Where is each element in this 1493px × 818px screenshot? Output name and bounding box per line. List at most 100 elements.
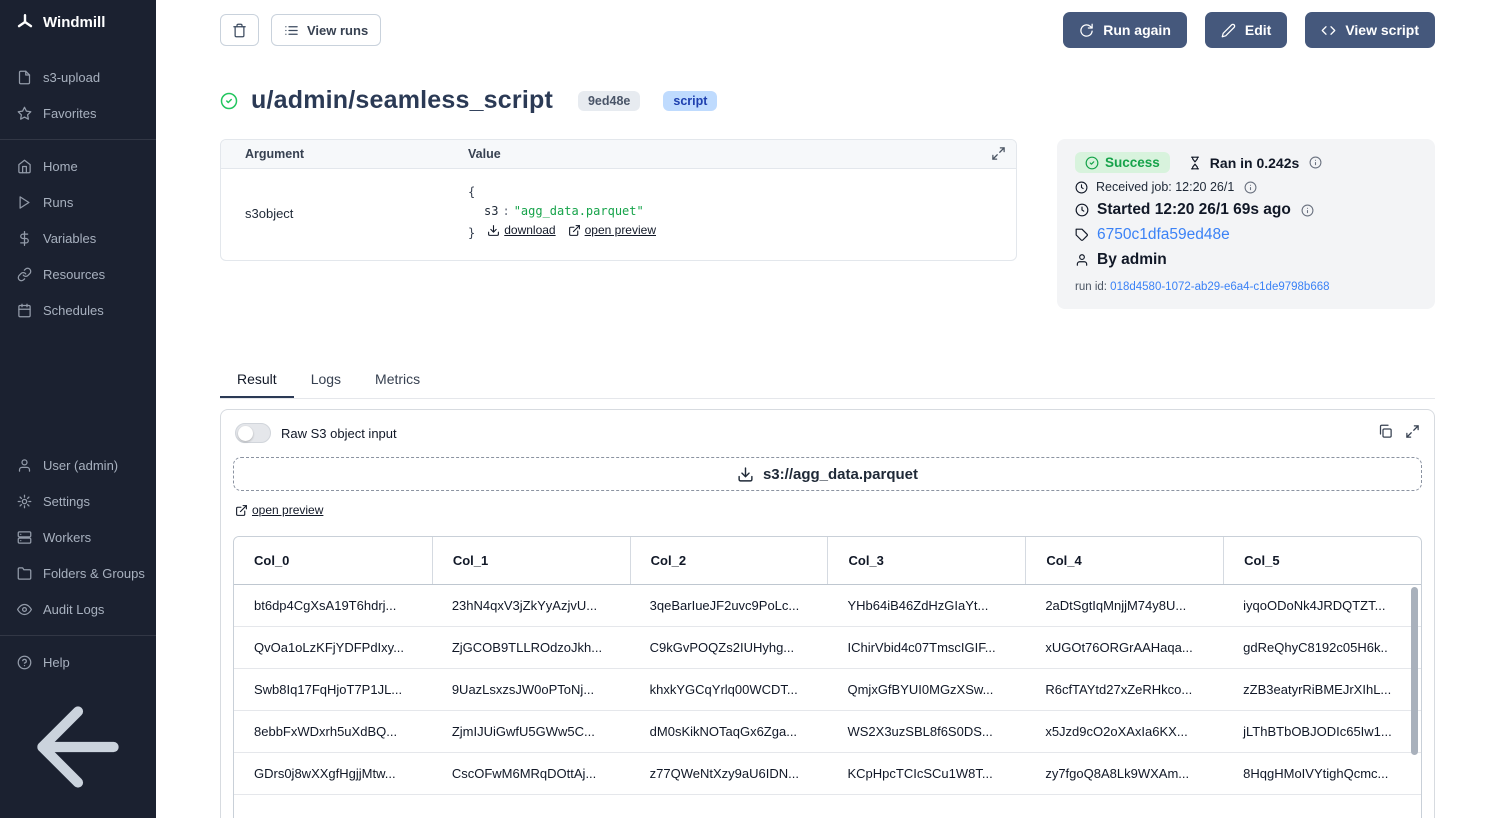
open-preview-link[interactable]: open preview (235, 503, 323, 517)
table-cell: xUGOt76ORGrAAHaqa... (1025, 640, 1223, 655)
info-icon[interactable] (1244, 181, 1257, 194)
table-cell: Swb8Iq17FqHjoT7P1JL... (234, 682, 432, 697)
run-id-row: run id: 018d4580-1072-ab29-e6a4-c1de9798… (1075, 281, 1417, 293)
sidebar-item-variables[interactable]: Variables (0, 220, 156, 256)
table-cell: ZjGCOB9TLLROdzoJkh... (432, 640, 630, 655)
sidebar-item-folders-groups[interactable]: Folders & Groups (0, 555, 156, 591)
s3-file-path: s3://agg_data.parquet (763, 466, 918, 483)
sidebar-item-label: Audit Logs (43, 602, 104, 617)
sidebar-item-settings[interactable]: Settings (0, 483, 156, 519)
table-cell: 2aDtSgtIqMnjjM74y8U... (1025, 598, 1223, 613)
windmill-logo-icon (16, 13, 34, 31)
table-cell: CscOFwM6MRqDOttAj... (432, 766, 630, 781)
download-link[interactable]: download (487, 221, 555, 240)
table-cell: z77QWeNtXzy9aU6IDN... (630, 766, 828, 781)
arguments-header: Argument Value (221, 140, 1016, 169)
clock-icon (1075, 203, 1089, 217)
table-cell: ZjmIJUiGwfU5GWw5C... (432, 724, 630, 739)
trash-icon (232, 23, 247, 38)
open-preview-link[interactable]: open preview (568, 221, 656, 240)
raw-s3-toggle[interactable] (235, 423, 271, 443)
json-brace-close: } (468, 226, 475, 240)
sidebar-item-schedules[interactable]: Schedules (0, 292, 156, 328)
sidebar-item-favorites[interactable]: Favorites (0, 95, 156, 131)
expand-icon[interactable] (1405, 424, 1420, 439)
tab-logs[interactable]: Logs (294, 362, 358, 398)
column-header: Col_2 (630, 537, 828, 584)
check-circle-icon (1085, 156, 1099, 170)
sidebar-divider (0, 139, 156, 140)
arrow-left-icon (17, 686, 139, 808)
table-cell: gdReQhyC8192c05H6k.. (1223, 640, 1421, 655)
brand-name: Windmill (43, 14, 105, 31)
sidebar-item-user[interactable]: User (admin) (0, 447, 156, 483)
table-cell: C9kGvPOQZs2IUHyhg... (630, 640, 828, 655)
table-cell: zZB3eatyrRiBMEJrXIhL... (1223, 682, 1421, 697)
file-icon (17, 70, 32, 85)
sidebar-item-resources[interactable]: Resources (0, 256, 156, 292)
status-badge: Success (1075, 152, 1170, 173)
clock-icon (1075, 181, 1088, 194)
refresh-icon (1079, 23, 1094, 38)
json-string-value: "agg_data.parquet" (514, 204, 644, 218)
brand[interactable]: Windmill (0, 0, 156, 43)
run-author: By admin (1097, 251, 1167, 269)
table-row: QvOa1oLzKFjYDFPdIxy... ZjGCOB9TLLROdzoJk… (234, 627, 1421, 669)
copy-icon[interactable] (1378, 424, 1393, 439)
sidebar-item-home[interactable]: Home (0, 148, 156, 184)
view-script-button[interactable]: View script (1305, 12, 1435, 48)
sidebar-item-help[interactable]: Help (0, 644, 156, 680)
column-header: Col_1 (432, 537, 630, 584)
code-icon (1321, 23, 1336, 38)
sidebar-collapse[interactable] (0, 680, 156, 818)
table-cell: 3qeBarIueJF2uvc9PoLc... (630, 598, 828, 613)
link-icon (17, 267, 32, 282)
column-header: Col_0 (234, 537, 432, 584)
sidebar-item-runs[interactable]: Runs (0, 184, 156, 220)
sidebar-item-label: Variables (43, 231, 96, 246)
run-id-link[interactable]: 018d4580-1072-ab29-e6a4-c1de9798b668 (1110, 281, 1329, 293)
json-brace-open: { (468, 183, 1016, 202)
status-panel: Success Ran in 0.242s Received job: 12:2… (1057, 139, 1435, 309)
view-runs-button[interactable]: View runs (271, 14, 381, 46)
table-cell: zy7fgoQ8A8Lk9WXAm... (1025, 766, 1223, 781)
edit-button[interactable]: Edit (1205, 12, 1287, 48)
external-link-icon (568, 224, 581, 237)
table-cell: 23hN4qxV3jZkYyAzjvU... (432, 598, 630, 613)
run-again-button[interactable]: Run again (1063, 12, 1187, 48)
view-runs-label: View runs (307, 23, 368, 38)
page-title: u/admin/seamless_script (251, 86, 553, 115)
expand-icon[interactable] (991, 146, 1006, 161)
download-link-label: download (504, 221, 555, 240)
sidebar-item-s3-upload[interactable]: s3-upload (0, 59, 156, 95)
open-preview-link-label: open preview (252, 503, 323, 517)
sidebar-item-label: Settings (43, 494, 90, 509)
info-icon[interactable] (1301, 204, 1314, 217)
sidebar-divider (0, 635, 156, 636)
tab-result[interactable]: Result (220, 362, 294, 398)
star-icon (17, 106, 32, 121)
table-scrollbar[interactable] (1411, 587, 1418, 755)
started-time: Started 12:20 26/1 69s ago (1097, 201, 1291, 219)
info-icon[interactable] (1309, 156, 1322, 169)
folder-icon (17, 566, 32, 581)
sidebar-item-workers[interactable]: Workers (0, 519, 156, 555)
sidebar: Windmill s3-upload Favorites Home (0, 0, 156, 818)
open-preview-link-label: open preview (585, 221, 656, 240)
title-row: u/admin/seamless_script 9ed48e script (220, 86, 1435, 115)
run-again-label: Run again (1103, 22, 1171, 38)
delete-button[interactable] (220, 14, 259, 46)
table-cell: R6cfTAYtd27xZeRHkco... (1025, 682, 1223, 697)
job-id-link[interactable]: 6750c1dfa59ed48e (1097, 226, 1230, 244)
tab-metrics[interactable]: Metrics (358, 362, 437, 398)
argument-value: { s3:"agg_data.parquet" }downloadopen pr… (468, 183, 1016, 244)
list-icon (284, 23, 299, 38)
sidebar-item-audit-logs[interactable]: Audit Logs (0, 591, 156, 627)
status-badge-label: Success (1105, 155, 1160, 170)
table-cell: WS2X3uzSBL8f6S0DS... (827, 724, 1025, 739)
argument-row: s3object { s3:"agg_data.parquet" }downlo… (221, 169, 1016, 260)
result-table: Col_0 Col_1 Col_2 Col_3 Col_4 Col_5 bt6d… (233, 536, 1422, 818)
s3-file-download[interactable]: s3://agg_data.parquet (233, 457, 1422, 491)
download-icon (737, 466, 754, 483)
table-row-partial (234, 795, 1421, 818)
